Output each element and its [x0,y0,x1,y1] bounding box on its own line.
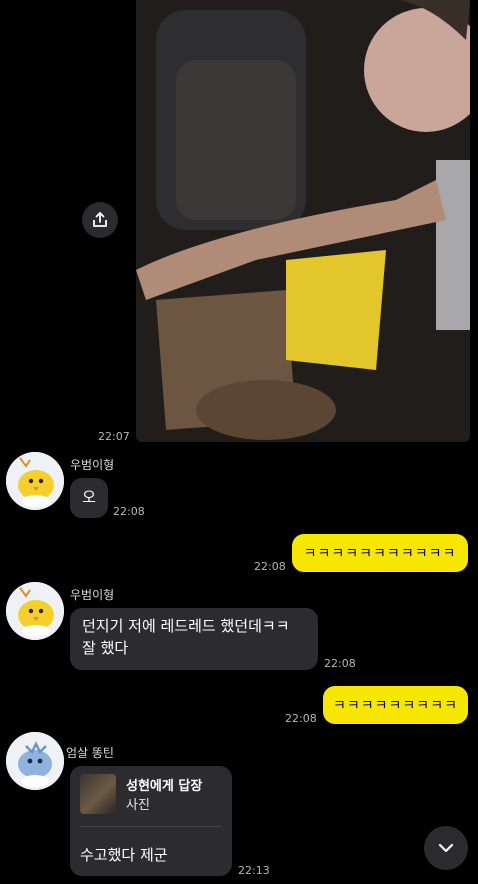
share-button[interactable] [82,202,118,238]
reply-preview: 사진 [126,798,150,813]
message-timestamp: 22:13 [238,864,270,877]
avatar[interactable] [6,452,64,510]
sender-name: 우범이형 [70,588,115,602]
reply-target: 성현에게 답장 [126,779,203,794]
message-line: 던지기 저에 레드레드 했던데ㅋㅋ [82,617,290,635]
message-bubble[interactable]: 오 [70,478,108,518]
avatar[interactable] [6,582,64,640]
message-timestamp: 22:08 [285,712,317,725]
message-timestamp: 22:08 [113,505,145,518]
message-line: 잘 했다 [82,639,129,657]
message-bubble-outgoing[interactable]: ㅋㅋㅋㅋㅋㅋㅋㅋㅋ [323,686,468,724]
message-text: 수고했다 제군 [80,846,168,864]
photo-timestamp: 22:07 [98,430,130,443]
message-bubble-outgoing[interactable]: ㅋㅋㅋㅋㅋㅋㅋㅋㅋㅋㅋ [292,534,468,572]
message-timestamp: 22:08 [254,560,286,573]
chick-avatar-icon [6,452,64,510]
sender-name: 엄살 똥틴 [66,746,114,760]
reply-divider [80,826,222,827]
shared-photo[interactable] [136,0,470,442]
sender-name: 우범이형 [70,458,115,472]
message-timestamp: 22:08 [324,657,356,670]
avatar[interactable] [6,732,64,790]
scroll-to-bottom-button[interactable] [424,826,468,870]
fish-avatar-icon [6,732,64,790]
reply-message-bubble[interactable]: 성현에게 답장 사진 수고했다 제군 [70,766,232,876]
reply-thumbnail [80,774,116,814]
chevron-down-icon [438,843,454,853]
share-icon [93,212,107,227]
chick-avatar-icon [6,582,64,640]
message-bubble[interactable]: 던지기 저에 레드레드 했던데ㅋㅋ 잘 했다 [70,608,318,670]
photo-content [136,0,470,442]
